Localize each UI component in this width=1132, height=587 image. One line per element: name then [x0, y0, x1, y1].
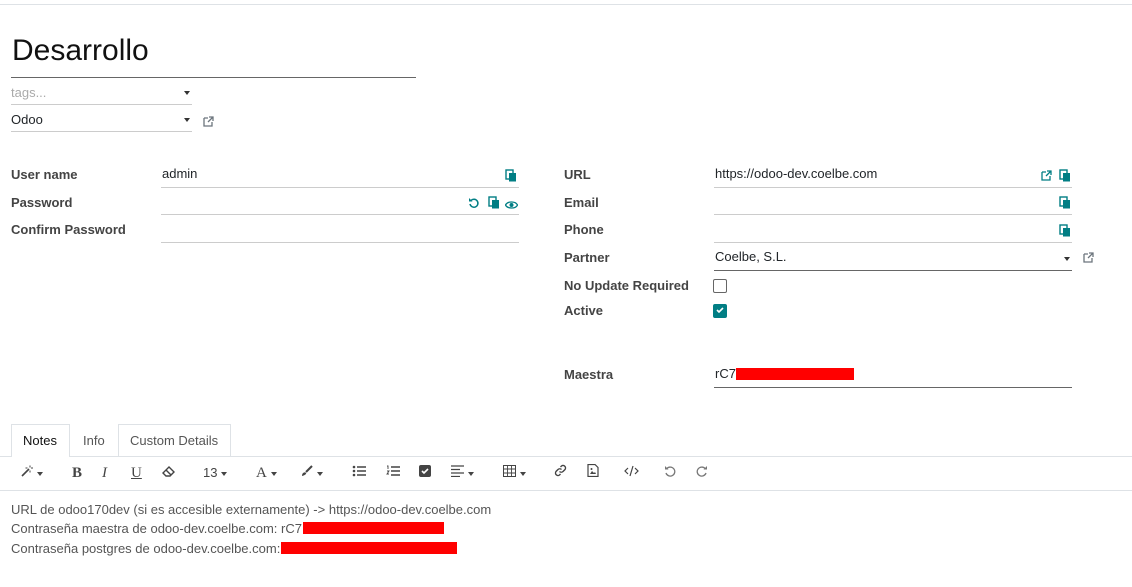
tab-custom-details[interactable]: Custom Details — [118, 424, 231, 456]
copy-icon[interactable] — [488, 194, 500, 216]
username-field[interactable]: admin — [161, 163, 519, 188]
tags-select[interactable]: tags... — [11, 84, 192, 105]
url-value: https://odoo-dev.coelbe.com — [715, 166, 878, 181]
magic-wand-icon[interactable] — [21, 463, 43, 483]
no-update-label: No Update Required — [564, 278, 689, 293]
link-icon[interactable] — [554, 463, 567, 483]
copy-icon[interactable] — [1059, 194, 1071, 216]
partner-label: Partner — [564, 250, 610, 265]
maestra-label: Maestra — [564, 367, 614, 382]
title-underline — [11, 77, 416, 78]
note-line-2[interactable]: Contraseña maestra de odoo-dev.coelbe.co… — [11, 521, 302, 536]
bold-icon[interactable]: B — [72, 463, 82, 483]
confirm-password-field[interactable] — [161, 218, 519, 243]
maestra-value: rC7 — [715, 366, 736, 381]
copy-icon[interactable] — [1059, 222, 1071, 244]
no-update-checkbox[interactable] — [713, 279, 727, 293]
external-link-icon[interactable] — [1040, 167, 1053, 189]
numbered-list-icon[interactable] — [386, 463, 400, 483]
italic-icon[interactable]: I — [102, 463, 107, 483]
checklist-icon[interactable] — [419, 463, 431, 483]
image-icon[interactable] — [587, 463, 599, 483]
instance-type-value: Odoo — [11, 112, 43, 127]
password-field[interactable] — [161, 190, 519, 215]
eye-icon[interactable] — [504, 195, 519, 217]
toolbar-divider — [0, 490, 1132, 491]
password-label: Password — [11, 195, 73, 210]
chevron-down-icon — [37, 471, 43, 476]
redaction-block — [303, 522, 444, 534]
font-size-value: 13 — [203, 465, 218, 480]
align-icon[interactable] — [451, 463, 474, 483]
chevron-down-icon — [520, 471, 526, 476]
redaction-block — [736, 368, 854, 380]
top-divider — [0, 4, 1132, 5]
username-value: admin — [162, 166, 198, 181]
tags-placeholder: tags... — [11, 85, 47, 100]
bullet-list-icon[interactable] — [352, 463, 366, 483]
external-link-icon[interactable] — [202, 115, 215, 131]
phone-field[interactable] — [714, 218, 1072, 243]
active-checkbox[interactable] — [713, 304, 727, 318]
table-icon[interactable] — [503, 463, 526, 483]
copy-icon[interactable] — [505, 167, 517, 189]
underline-icon[interactable]: U — [131, 463, 142, 483]
font-color-icon[interactable]: A — [256, 463, 277, 483]
url-label: URL — [564, 167, 591, 182]
brush-icon[interactable] — [301, 463, 323, 483]
note-line-1[interactable]: URL de odoo170dev (si es accesible exter… — [11, 502, 491, 517]
partner-select[interactable]: Coelbe, S.L. — [714, 246, 1072, 271]
eraser-icon[interactable] — [162, 463, 176, 483]
partner-value: Coelbe, S.L. — [715, 249, 787, 264]
code-view-icon[interactable] — [624, 463, 639, 483]
chevron-down-icon — [184, 91, 190, 95]
chevron-down-icon — [270, 471, 277, 476]
url-field[interactable]: https://odoo-dev.coelbe.com — [714, 163, 1072, 188]
font-size-dropdown[interactable]: 13 — [203, 463, 228, 483]
note-line-3[interactable]: Contraseña postgres de odoo-dev.coelbe.c… — [11, 541, 280, 556]
tab-info[interactable]: Info — [71, 424, 118, 456]
active-label: Active — [564, 303, 604, 318]
chevron-down-icon — [317, 471, 323, 476]
username-label: User name — [11, 167, 78, 182]
instance-type-select[interactable]: Odoo — [11, 111, 192, 132]
tab-notes[interactable]: Notes — [11, 424, 70, 457]
copy-icon[interactable] — [1059, 167, 1071, 189]
undo-icon[interactable] — [664, 463, 676, 483]
chevron-down-icon — [221, 471, 228, 476]
chevron-down-icon — [184, 118, 190, 122]
confirm-password-label: Confirm Password — [11, 222, 126, 237]
chevron-down-icon — [468, 471, 474, 476]
page-title[interactable]: Desarrollo — [12, 34, 149, 68]
check-icon — [716, 307, 724, 314]
redo-icon[interactable] — [696, 463, 708, 483]
generate-password-icon[interactable] — [468, 194, 480, 216]
email-label: Email — [564, 195, 599, 210]
chevron-down-icon — [1064, 257, 1070, 261]
external-link-icon[interactable] — [1082, 251, 1095, 267]
redaction-block — [281, 542, 457, 554]
email-field[interactable] — [714, 190, 1072, 215]
phone-label: Phone — [564, 222, 604, 237]
